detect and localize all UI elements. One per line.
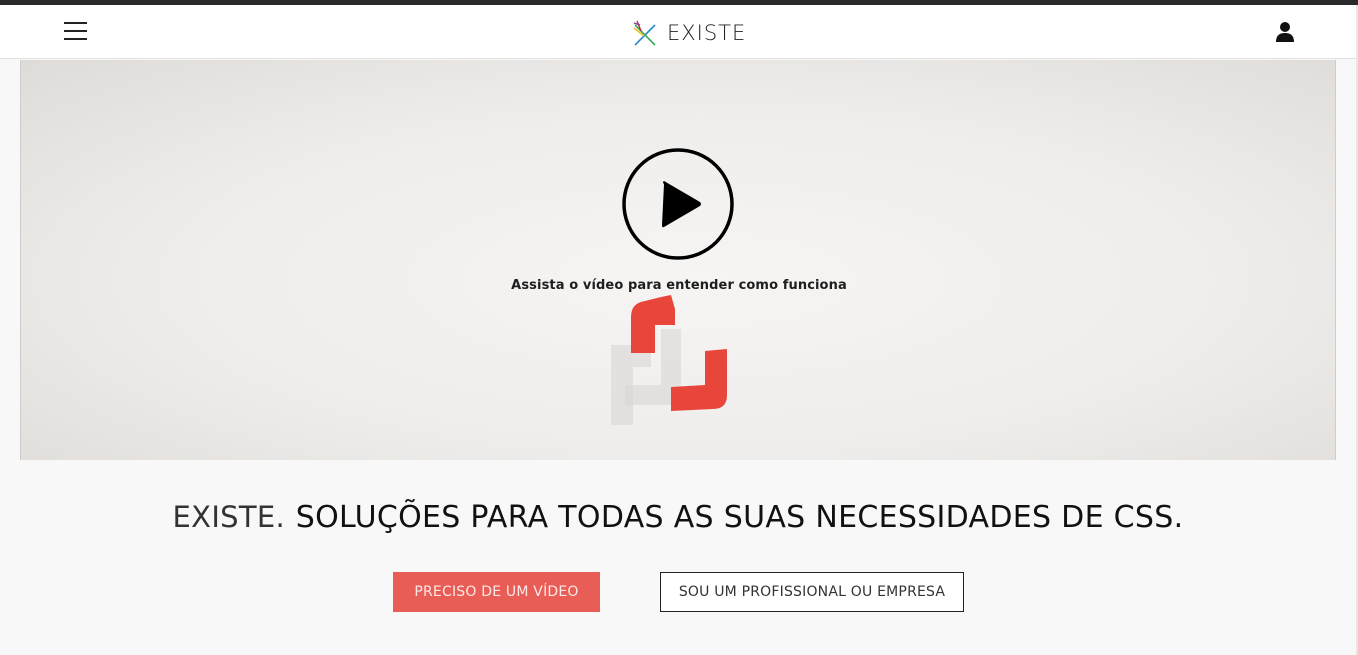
hero-tagline: SOLUÇÕES PARA TODAS AS SUAS NECESSIDADES…: [295, 500, 1184, 535]
brand-logo-link[interactable]: EXISTE: [632, 17, 746, 49]
video-brand-logo: [611, 295, 727, 425]
user-icon[interactable]: [1274, 21, 1296, 43]
navbar: EXISTE: [0, 5, 1356, 59]
professional-button[interactable]: SOU UM PROFISSIONAL OU EMPRESA: [660, 572, 964, 612]
menu-line: [64, 38, 87, 40]
play-icon[interactable]: [622, 148, 734, 260]
hero-brand-prefix: EXISTE.: [172, 500, 286, 534]
brand-name: EXISTE: [667, 21, 747, 45]
hamburger-menu-icon[interactable]: [64, 22, 87, 40]
menu-line: [64, 30, 87, 32]
menu-line: [64, 22, 87, 24]
need-video-button[interactable]: PRECISO DE UM VÍDEO: [393, 572, 600, 612]
video-player[interactable]: Assista o vídeo para entender como funci…: [20, 60, 1336, 460]
video-caption: Assista o vídeo para entender como funci…: [511, 278, 847, 293]
existe-logo-icon: [633, 20, 656, 46]
hero-headline: EXISTE. SOLUÇÕES PARA TODAS AS SUAS NECE…: [0, 500, 1356, 535]
